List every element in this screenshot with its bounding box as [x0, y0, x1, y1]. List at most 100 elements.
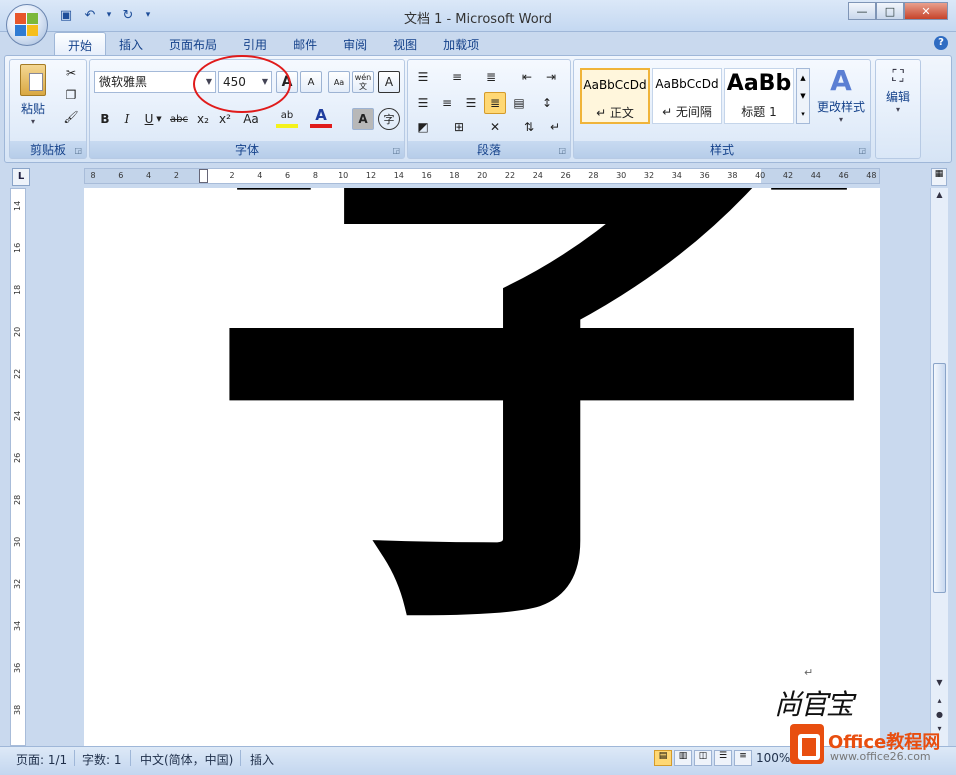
style-sample: AaBb: [726, 71, 792, 96]
multilevel-list-icon[interactable]: ≣: [480, 66, 502, 88]
editing-group: ⛶ 编辑 ▾: [875, 59, 921, 159]
close-button[interactable]: ✕: [904, 2, 948, 20]
word-count[interactable]: 字数: 1: [82, 751, 122, 768]
chinese-layout-icon[interactable]: ✕: [484, 116, 506, 138]
office-watermark-logo-icon: [790, 724, 824, 764]
window-controls: — □ ✕: [848, 2, 948, 20]
ruler-tick: 22: [504, 171, 516, 180]
italic-button[interactable]: I: [116, 108, 138, 130]
document-text[interactable]: 字: [192, 188, 880, 658]
vertical-scrollbar[interactable]: ▲ ▼ ▴ ● ▾: [930, 188, 948, 746]
cut-icon[interactable]: ✂: [60, 62, 82, 84]
font-color-button[interactable]: A: [310, 106, 332, 128]
web-layout-icon[interactable]: ◫: [694, 750, 712, 766]
ruler-tick: 48: [866, 171, 877, 180]
office-button[interactable]: [6, 4, 48, 46]
editing-button[interactable]: ⛶ 编辑 ▾: [878, 64, 918, 114]
divider: [240, 750, 241, 766]
scroll-up-icon[interactable]: ▲: [931, 190, 948, 202]
ruler-tick: 36: [699, 171, 710, 180]
ruler-tick: 28: [588, 171, 599, 180]
document-page[interactable]: 字 ↵ 尚官宝: [84, 188, 880, 746]
zoom-level[interactable]: 100%: [756, 751, 790, 765]
sort-icon[interactable]: ⇅: [518, 116, 540, 138]
language-indicator[interactable]: 中文(简体，中国): [140, 751, 233, 768]
horizontal-ruler[interactable]: 8 6 4 2 2 4 6 8 10 12 14 16 18 20 22 24 26 28 30 32 34 36 38 40…: [84, 168, 880, 184]
align-right-icon[interactable]: ☰: [460, 92, 482, 114]
style-name: 标题 1: [741, 105, 777, 119]
char-border-button[interactable]: A: [378, 71, 400, 93]
char-shading-button[interactable]: A: [352, 108, 374, 130]
ruler-tick: 14: [393, 171, 404, 180]
style-sample: AaBbCcDd: [583, 78, 647, 92]
insert-mode[interactable]: 插入: [250, 751, 274, 768]
change-styles-button[interactable]: A 更改样式 ▾: [814, 64, 868, 124]
prev-page-icon[interactable]: ▴: [931, 696, 948, 708]
ruler-left-margin: [85, 169, 203, 183]
ruler-tick: 10: [338, 171, 349, 180]
styles-scroll[interactable]: ▲ ▼ ▾: [796, 68, 810, 124]
highlight-button[interactable]: ab: [276, 106, 298, 128]
scroll-down-icon[interactable]: ▼: [931, 678, 948, 690]
draft-icon[interactable]: ≡: [734, 750, 752, 766]
ruler-tick: 46: [838, 171, 849, 180]
tab-home[interactable]: 开始: [54, 32, 107, 56]
scroll-thumb[interactable]: [933, 363, 946, 593]
show-marks-icon[interactable]: ↵: [544, 116, 566, 138]
paragraph-mark: ↵: [804, 666, 814, 679]
minimize-button[interactable]: —: [848, 2, 876, 20]
format-painter-icon[interactable]: 🖌: [60, 106, 82, 128]
style-no-spacing[interactable]: AaBbCcDd ↵ 无间隔: [652, 68, 722, 124]
full-screen-reading-icon[interactable]: ▥: [674, 750, 692, 766]
page-count[interactable]: 页面: 1/1: [16, 751, 67, 768]
tab-insert[interactable]: 插入: [106, 32, 156, 56]
outline-icon[interactable]: ☰: [714, 750, 732, 766]
style-heading-1[interactable]: AaBb 标题 1: [724, 68, 794, 124]
office-logo-icon: [15, 13, 39, 37]
tab-references[interactable]: 引用: [230, 32, 280, 56]
justify-icon[interactable]: ≣: [484, 92, 506, 114]
ruler-tick: 22: [13, 368, 22, 379]
line-spacing-icon[interactable]: ↕: [536, 92, 558, 114]
chevron-down-icon: ▾: [895, 105, 900, 114]
borders-icon[interactable]: ⊞: [448, 116, 470, 138]
align-left-icon[interactable]: ☰: [412, 92, 434, 114]
vertical-ruler[interactable]: 14 16 18 20 22 24 26 28 30 32 34 36 38: [10, 188, 26, 746]
maximize-button[interactable]: □: [876, 2, 904, 20]
style-normal[interactable]: AaBbCcDd ↵ 正文: [580, 68, 650, 124]
help-icon[interactable]: ?: [934, 36, 948, 50]
indent-marker[interactable]: [199, 169, 208, 183]
shrink-font-button[interactable]: A: [300, 71, 322, 93]
view-ruler-icon[interactable]: ▦: [931, 168, 947, 186]
paragraph-launcher-icon[interactable]: ◲: [558, 146, 566, 155]
strikethrough-button[interactable]: abc: [168, 108, 190, 130]
numbering-icon[interactable]: ≡: [446, 66, 468, 88]
shading-icon[interactable]: ◩: [412, 116, 434, 138]
tab-page-layout[interactable]: 页面布局: [156, 32, 230, 56]
copy-icon[interactable]: ❐: [60, 84, 82, 106]
styles-launcher-icon[interactable]: ◲: [858, 146, 866, 155]
distributed-icon[interactable]: ▤: [508, 92, 530, 114]
decrease-indent-icon[interactable]: ⇤: [516, 66, 538, 88]
tab-addins[interactable]: 加载项: [430, 32, 492, 56]
clipboard-launcher-icon[interactable]: ◲: [74, 146, 82, 155]
phonetic-guide-button[interactable]: wén 文: [352, 71, 374, 93]
increase-indent-icon[interactable]: ⇥: [540, 66, 562, 88]
tab-view[interactable]: 视图: [380, 32, 430, 56]
tab-selector[interactable]: L: [12, 168, 30, 186]
font-launcher-icon[interactable]: ◲: [392, 146, 400, 155]
print-layout-icon[interactable]: ▤: [654, 750, 672, 766]
subscript-button[interactable]: x₂: [192, 108, 214, 130]
tab-review[interactable]: 审阅: [330, 32, 380, 56]
bold-button[interactable]: B: [94, 108, 116, 130]
clear-formatting-button[interactable]: Aa: [328, 71, 350, 93]
paragraph-group: ☰ ≡ ≣ ⇤ ⇥ ☰ ≡ ☰ ≣ ▤ ↕ ◩ ⊞ ✕ ⇅ ↵ 段落 ◲: [407, 59, 571, 159]
enclose-char-button[interactable]: 字: [378, 108, 400, 130]
bullets-icon[interactable]: ☰: [412, 66, 434, 88]
align-center-icon[interactable]: ≡: [436, 92, 458, 114]
underline-dropdown-icon[interactable]: ▼: [154, 108, 164, 130]
change-styles-label: 更改样式: [816, 100, 865, 114]
watermark-url: www.office26.com: [830, 750, 931, 763]
tab-mailings[interactable]: 邮件: [280, 32, 330, 56]
paste-button[interactable]: 粘贴 ▾: [16, 64, 50, 134]
